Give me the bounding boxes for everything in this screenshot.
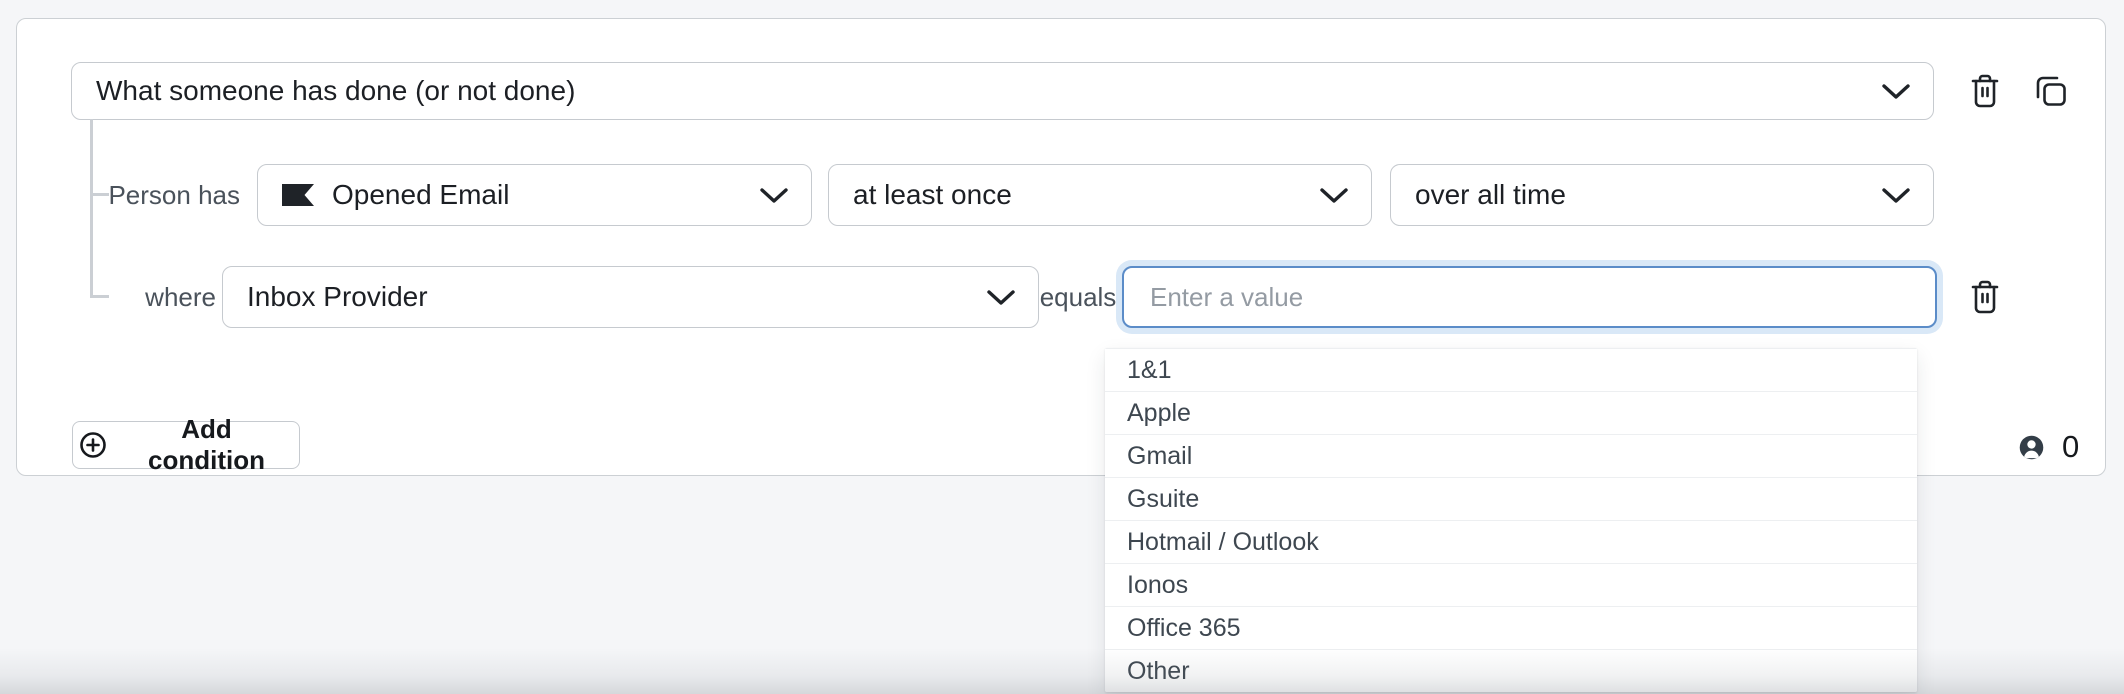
- circle-plus-icon: [79, 431, 107, 459]
- flag-icon: [282, 184, 314, 206]
- timeframe-select-value: over all time: [1415, 179, 1566, 211]
- audience-count: 0: [2017, 427, 2079, 467]
- delete-condition-button[interactable]: [1963, 70, 2007, 112]
- condition-type-value: What someone has done (or not done): [96, 75, 575, 107]
- tree-connector-tick: [90, 295, 109, 298]
- timeframe-select[interactable]: over all time: [1390, 164, 1934, 226]
- value-option-item[interactable]: Hotmail / Outlook: [1105, 520, 1917, 563]
- copy-icon: [2032, 72, 2070, 110]
- chevron-down-icon: [986, 289, 1016, 306]
- duplicate-condition-button[interactable]: [2029, 70, 2073, 112]
- chevron-down-icon: [759, 187, 789, 204]
- chevron-down-icon: [1881, 187, 1911, 204]
- tree-connector-tick: [90, 193, 109, 196]
- segment-condition-editor: What someone has done (or not done): [0, 0, 2124, 694]
- event-select[interactable]: Opened Email: [257, 164, 812, 226]
- person-has-label: Person has: [112, 164, 240, 226]
- audience-count-value: 0: [2062, 429, 2079, 465]
- value-option-item[interactable]: Gsuite: [1105, 477, 1917, 520]
- trash-icon: [1969, 73, 2001, 109]
- chevron-down-icon: [1319, 187, 1349, 204]
- operator-label: equals: [1047, 266, 1109, 328]
- where-label: where: [112, 266, 216, 328]
- frequency-select[interactable]: at least once: [828, 164, 1372, 226]
- value-option-item[interactable]: Ionos: [1105, 563, 1917, 606]
- trash-icon: [1969, 279, 2001, 315]
- value-option-item[interactable]: Other: [1105, 649, 1917, 692]
- value-option-item[interactable]: Office 365: [1105, 606, 1917, 649]
- frequency-select-value: at least once: [853, 179, 1012, 211]
- value-input[interactable]: [1122, 266, 1937, 328]
- person-circle-icon: [2017, 433, 2046, 462]
- attribute-select[interactable]: Inbox Provider: [222, 266, 1039, 328]
- value-option-item[interactable]: Apple: [1105, 391, 1917, 434]
- value-option-item[interactable]: Gmail: [1105, 434, 1917, 477]
- add-condition-button[interactable]: Add condition: [72, 421, 300, 469]
- value-option-item[interactable]: 1&1: [1105, 348, 1917, 391]
- attribute-select-value: Inbox Provider: [247, 281, 428, 313]
- event-select-value: Opened Email: [332, 179, 509, 211]
- delete-filter-button[interactable]: [1963, 276, 2007, 318]
- value-options-list: 1&1 Apple Gmail Gsuite Hotmail / Outlook…: [1105, 348, 1917, 692]
- condition-type-select[interactable]: What someone has done (or not done): [71, 62, 1934, 120]
- add-condition-label: Add condition: [120, 414, 293, 476]
- tree-connector-line: [90, 119, 93, 298]
- chevron-down-icon: [1881, 83, 1911, 100]
